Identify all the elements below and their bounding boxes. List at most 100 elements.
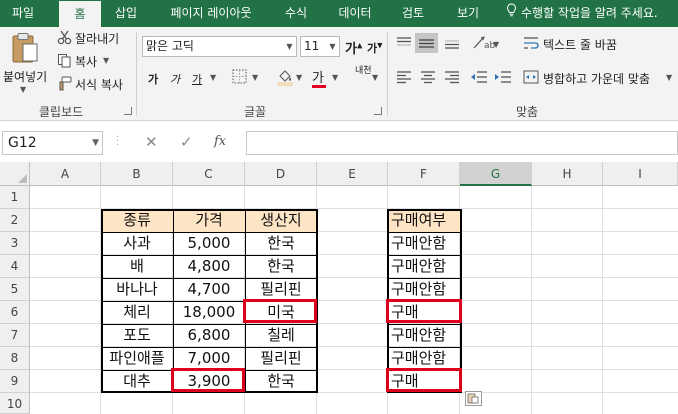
align-middle-icon[interactable] (415, 33, 438, 53)
cut-icon (57, 30, 72, 48)
bold-button[interactable]: 가 (148, 71, 158, 87)
row-header-6[interactable]: 6 (0, 301, 30, 324)
font-size-combo[interactable]: 11 ▼ (300, 36, 340, 57)
borders-dropdown-icon[interactable]: ▼ (252, 73, 258, 82)
column-header-e[interactable]: E (317, 162, 388, 186)
row-header-8[interactable]: 8 (0, 347, 30, 370)
row-header-4[interactable]: 4 (0, 255, 30, 278)
tab-formulas[interactable]: 수식 (274, 0, 318, 27)
tab-home[interactable]: 홈 (59, 1, 101, 27)
ribbon-home: 붙여넣기 ▼ 잘라내기 복사 ▼ 서식 복사 클립보드 맑은 고딕 ▼ 11 ▼… (0, 27, 678, 121)
cell-border (103, 255, 316, 256)
cancel-icon[interactable]: ✕ (145, 133, 158, 151)
align-right-icon[interactable] (444, 70, 460, 87)
excel-window: 파일 홈 삽입 페이지 레이아웃 수식 데이터 검토 보기 수행할 작업을 알려… (0, 0, 678, 414)
chevron-down-icon: ▼ (286, 42, 293, 51)
cell-border (389, 232, 460, 233)
divider (136, 32, 137, 116)
font-name-value: 맑은 고딕 (146, 39, 194, 53)
highlight-box-f6 (386, 299, 462, 323)
cell-border (389, 347, 460, 348)
increase-indent-icon[interactable] (494, 70, 512, 87)
font-launcher-icon[interactable] (374, 107, 382, 115)
formula-buttons: ✕ ✓ fx (134, 131, 246, 155)
merge-center-button[interactable]: 병합하고 가운데 맞춤 (543, 70, 650, 87)
highlight-box-c9 (171, 368, 245, 392)
column-header-g[interactable]: G (460, 162, 532, 186)
enter-icon[interactable]: ✓ (180, 133, 193, 151)
paste-dropdown-icon[interactable]: ▼ (20, 85, 26, 94)
format-painter-button[interactable]: 서식 복사 (75, 76, 123, 93)
borders-icon[interactable] (232, 69, 247, 87)
align-top-icon[interactable] (396, 36, 412, 53)
merge-center-icon (523, 70, 539, 87)
highlight-box-f9 (386, 368, 462, 392)
font-color-dropdown-icon[interactable]: ▼ (332, 73, 338, 82)
paste-options-icon[interactable] (465, 391, 482, 406)
copy-button[interactable]: 복사 (75, 53, 97, 70)
row-header-1[interactable]: 1 (0, 186, 30, 209)
tab-view[interactable]: 보기 (446, 0, 490, 27)
column-header-f[interactable]: F (388, 162, 460, 186)
row-header-10[interactable]: 10 (0, 393, 30, 414)
column-header-b[interactable]: B (101, 162, 173, 186)
fill-color-dropdown-icon[interactable]: ▼ (296, 73, 302, 82)
row-header-7[interactable]: 7 (0, 324, 30, 347)
tab-insert[interactable]: 삽입 (104, 0, 148, 27)
column-header-i[interactable]: I (603, 162, 678, 186)
divider (387, 32, 388, 116)
align-center-icon[interactable] (420, 70, 436, 87)
lightbulb-icon (506, 0, 518, 27)
resize-handle-icon[interactable]: · · · (116, 133, 119, 151)
formula-input[interactable] (246, 131, 678, 155)
grow-font-button[interactable]: 가▲ (345, 38, 362, 57)
cell-border (103, 347, 316, 348)
merge-dropdown-icon[interactable]: ▼ (666, 73, 672, 82)
align-left-icon[interactable] (396, 70, 412, 87)
font-color-button[interactable]: 가 (312, 67, 326, 88)
worksheet-grid[interactable]: A B C D E F G H I 1 2 3 4 5 6 7 8 9 10 종… (0, 162, 678, 414)
shrink-font-button[interactable]: 가▼ (367, 40, 383, 56)
column-header-d[interactable]: D (245, 162, 317, 186)
tab-file[interactable]: 파일 (2, 0, 44, 27)
paste-button-label[interactable]: 붙여넣기 (3, 68, 47, 85)
tab-page-layout[interactable]: 페이지 레이아웃 (156, 0, 266, 27)
italic-button[interactable]: 가 (170, 71, 180, 87)
copy-icon (57, 53, 72, 71)
tab-review[interactable]: 검토 (391, 0, 435, 27)
column-header-c[interactable]: C (173, 162, 245, 186)
clipboard-launcher-icon[interactable] (124, 107, 132, 115)
cell-border (103, 232, 316, 233)
decrease-indent-icon[interactable] (470, 70, 488, 87)
tab-data[interactable]: 데이터 (328, 0, 382, 27)
row-header-9[interactable]: 9 (0, 370, 30, 393)
paste-icon[interactable] (10, 32, 40, 67)
copy-dropdown-icon[interactable]: ▼ (103, 56, 109, 65)
row-header-2[interactable]: 2 (0, 209, 30, 232)
row-header-3[interactable]: 3 (0, 232, 30, 255)
column-header-h[interactable]: H (532, 162, 603, 186)
chevron-down-icon: ▼ (92, 138, 99, 148)
formula-bar: G12 ▼ · · · ✕ ✓ fx (0, 122, 678, 162)
alignment-group-label: 맞춤 (516, 105, 539, 119)
column-header-a[interactable]: A (30, 162, 101, 186)
select-all-button[interactable] (0, 162, 30, 186)
phonetic-guide-button[interactable]: 내천 (355, 67, 372, 76)
fill-color-icon[interactable] (276, 68, 294, 89)
font-group-label: 글꼴 (244, 105, 267, 119)
name-box[interactable]: G12 ▼ (2, 131, 103, 155)
underline-button[interactable]: 가 (192, 71, 202, 87)
cut-button[interactable]: 잘라내기 (75, 30, 119, 47)
cell-border (389, 278, 460, 279)
tell-me-search[interactable]: 수행할 작업을 알려 주세요. (506, 0, 658, 27)
font-name-combo[interactable]: 맑은 고딕 ▼ (142, 36, 297, 57)
row-header-5[interactable]: 5 (0, 278, 30, 301)
grow-font-label: 가 (345, 42, 357, 57)
font-color-label: 가 (312, 71, 324, 86)
wrap-text-button[interactable]: 텍스트 줄 바꿈 (543, 36, 617, 53)
insert-function-icon[interactable]: fx (214, 134, 226, 149)
align-bottom-icon[interactable] (444, 36, 460, 53)
underline-dropdown-icon[interactable]: ▼ (210, 73, 216, 82)
phonetic-dropdown-icon[interactable]: ▼ (372, 73, 378, 82)
orientation-dropdown-icon[interactable]: ▼ (493, 40, 499, 49)
